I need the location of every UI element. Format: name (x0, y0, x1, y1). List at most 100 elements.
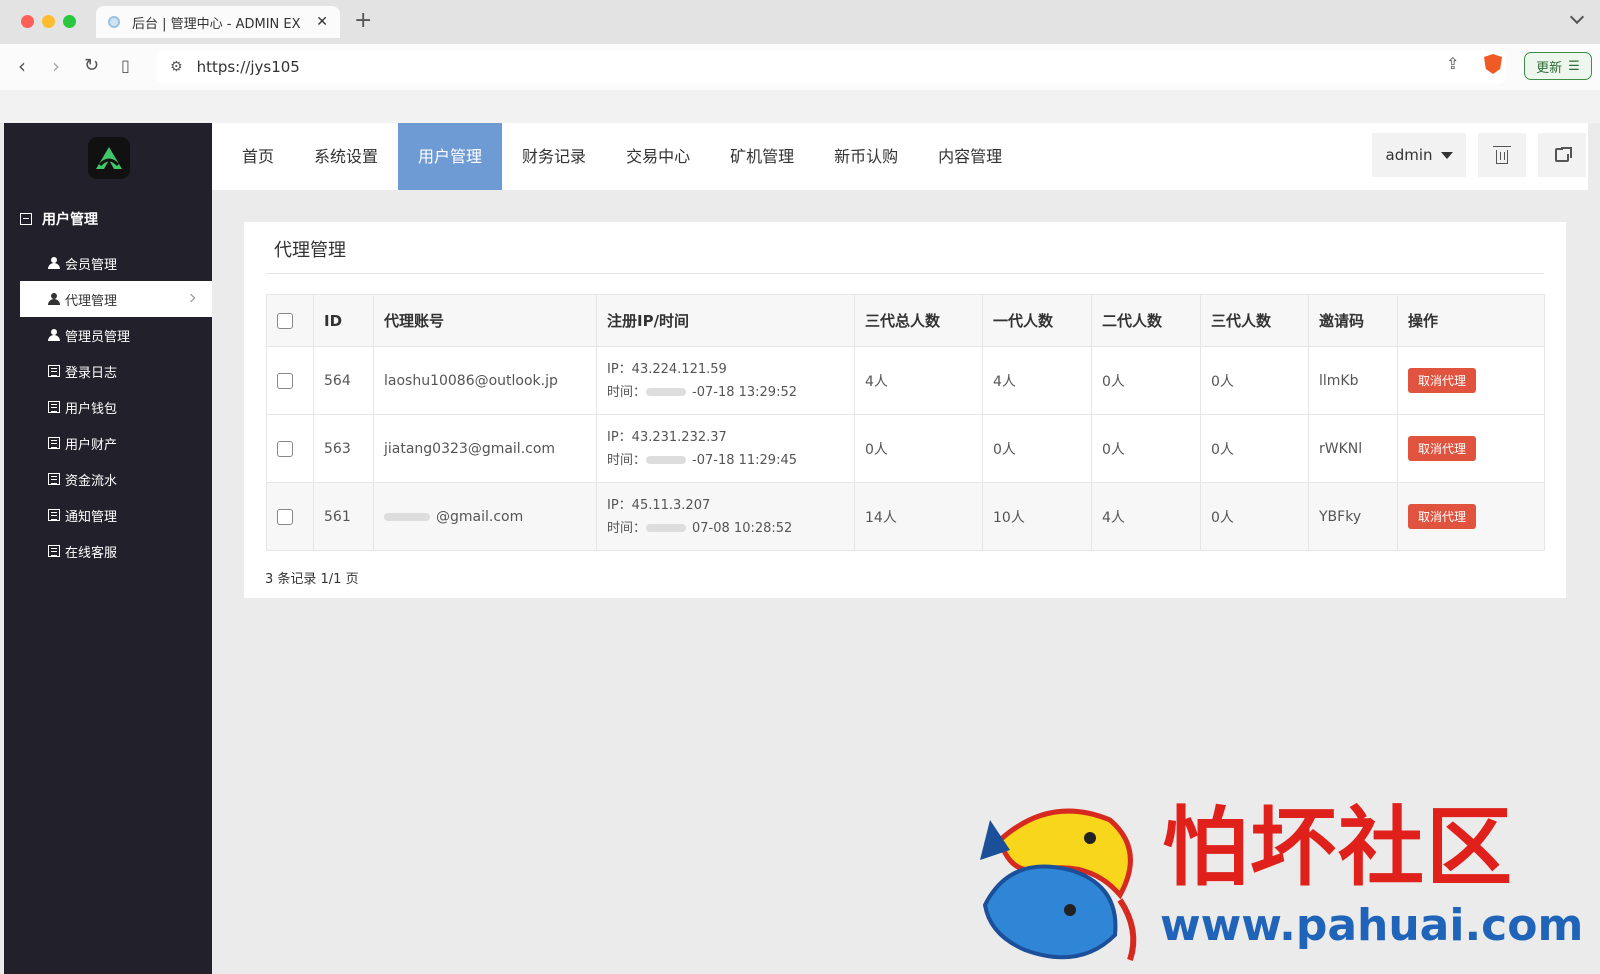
update-button[interactable]: 更新 ☰ (1524, 52, 1592, 80)
address-bar[interactable]: ⚙ https://jys105 (156, 50, 1506, 84)
sidebar-item-agent-management[interactable]: 代理管理 (20, 281, 212, 317)
column-header: 注册IP/时间 (596, 294, 855, 347)
cell-ip: IP：43.224.121.59 (607, 361, 727, 377)
share-icon[interactable]: ⇪ (1446, 54, 1459, 73)
sidebar-item-online-support[interactable]: 在线客服 (20, 533, 212, 569)
list-icon (48, 365, 60, 377)
cell-gen1: 4人 (982, 346, 1092, 415)
cell-total: 14人 (854, 482, 983, 551)
cell-account: laoshu10086@outlook.jp (373, 346, 597, 415)
forward-arrow-icon[interactable]: › (52, 54, 60, 78)
sidebar-section-title: 用户管理 (42, 212, 98, 228)
caret-down-icon (1440, 151, 1453, 159)
tab-title: 后台 | 管理中心 - ADMIN EX (132, 16, 301, 32)
cell-gen1: 10人 (982, 482, 1092, 551)
tab-user-management[interactable]: 用户管理 (398, 123, 503, 190)
sidebar-item-label: 用户财产 (65, 437, 118, 453)
tab-list-chevron-icon[interactable] (1569, 9, 1585, 25)
column-header: 代理账号 (373, 294, 597, 347)
cancel-agent-button[interactable]: 取消代理 (1408, 504, 1477, 529)
cell-ip-time: IP：45.11.3.207 时间： 07-08 10:28:52 (596, 482, 855, 551)
row-checkbox[interactable] (277, 508, 293, 525)
sidebar-item-label: 代理管理 (65, 293, 118, 309)
tab-content-management[interactable]: 内容管理 (918, 123, 1022, 190)
row-select-cell (266, 482, 314, 551)
pagination-summary: 3 条记录 1/1 页 (265, 572, 359, 587)
watermark-title: 怕坏社区 (1162, 797, 1514, 898)
time-label: 时间： (607, 520, 647, 536)
tab-home[interactable]: 首页 (222, 123, 294, 190)
sidebar-item-user-assets[interactable]: 用户财产 (20, 425, 212, 461)
browser-tab[interactable]: 后台 | 管理中心 - ADMIN EX ✕ (96, 6, 340, 38)
time-value: -07-18 11:29:45 (692, 452, 797, 468)
trash-icon (1493, 145, 1511, 164)
user-icon (48, 257, 60, 269)
sidebar-item-member-management[interactable]: 会员管理 (20, 245, 212, 281)
menu-icon: ☰ (1568, 58, 1580, 74)
user-icon (48, 329, 60, 341)
sidebar-item-label: 在线客服 (65, 545, 118, 561)
time-value: -07-18 13:29:52 (692, 384, 797, 400)
tab-system-settings[interactable]: 系统设置 (294, 123, 398, 190)
sidebar: 用户管理 会员管理 代理管理 管理员管理 登录日志 用户钱包 用户财产 资金流水… (4, 123, 212, 974)
list-icon (48, 545, 60, 557)
table-header-row: ID 代理账号 注册IP/时间 三代总人数 一代人数 二代人数 三代人数 邀请码… (266, 294, 1545, 347)
sidebar-item-login-log[interactable]: 登录日志 (20, 353, 212, 389)
table-row: 561 @gmail.com IP：45.11.3.207 时间： 07-08 1… (266, 482, 1545, 551)
tab-close-icon[interactable]: ✕ (316, 14, 328, 30)
row-select-cell (266, 346, 314, 415)
cell-gen1: 0人 (982, 414, 1092, 483)
tab-finance-records[interactable]: 财务记录 (502, 123, 606, 190)
sidebar-item-label: 用户钱包 (65, 401, 118, 417)
sidebar-item-fund-flow[interactable]: 资金流水 (20, 461, 212, 497)
sidebar-section-user-management[interactable]: 用户管理 (20, 209, 98, 229)
select-all-cell (266, 294, 314, 347)
site-settings-icon[interactable]: ⚙ (170, 59, 183, 75)
column-header: 操作 (1397, 294, 1545, 347)
address-url[interactable]: https://jys105 (197, 58, 300, 76)
time-value: 07-08 10:28:52 (692, 520, 793, 536)
admin-user-dropdown[interactable]: admin (1372, 133, 1466, 177)
app-logo-icon[interactable] (88, 137, 130, 179)
reload-icon[interactable]: ↻ (84, 55, 99, 76)
column-header: 一代人数 (982, 294, 1092, 347)
title-divider (266, 273, 1544, 274)
window-close-button[interactable] (21, 15, 34, 28)
cell-invite-code: rWKNl (1308, 414, 1398, 483)
redacted-blur (384, 512, 430, 521)
sidebar-item-notifications[interactable]: 通知管理 (20, 497, 212, 533)
cell-gen2: 0人 (1091, 346, 1201, 415)
column-header: 邀请码 (1308, 294, 1398, 347)
cell-id: 563 (313, 414, 374, 483)
tab-favicon-icon (108, 16, 120, 28)
back-arrow-icon[interactable]: ‹ (18, 54, 26, 78)
cell-time: 时间： -07-18 13:29:52 (607, 381, 844, 404)
window-zoom-button[interactable] (63, 15, 76, 28)
cell-account: @gmail.com (373, 482, 597, 551)
cell-gen3: 0人 (1200, 482, 1309, 551)
collapse-minus-icon[interactable] (20, 213, 32, 225)
cancel-agent-button[interactable]: 取消代理 (1408, 368, 1477, 393)
row-checkbox[interactable] (277, 440, 293, 457)
sidebar-item-label: 通知管理 (65, 509, 118, 525)
watermark: 怕坏社区 www.pahuai.com (970, 797, 1590, 965)
tab-miner-management[interactable]: 矿机管理 (710, 123, 814, 190)
browser-tab-bar: 后台 | 管理中心 - ADMIN EX ✕ + (0, 0, 1600, 44)
logout-button[interactable] (1538, 133, 1586, 177)
new-tab-plus-icon[interactable]: + (354, 8, 372, 33)
tab-new-coin-subscription[interactable]: 新币认购 (814, 123, 918, 190)
list-icon (48, 437, 60, 449)
select-all-checkbox[interactable] (277, 313, 293, 329)
tab-trading-center[interactable]: 交易中心 (606, 123, 710, 190)
row-checkbox[interactable] (277, 372, 293, 389)
clear-cache-button[interactable] (1478, 133, 1526, 177)
window-minimize-button[interactable] (42, 15, 55, 28)
sidebar-item-user-wallet[interactable]: 用户钱包 (20, 389, 212, 425)
bookmark-icon[interactable]: ▯ (121, 56, 130, 75)
cancel-agent-button[interactable]: 取消代理 (1408, 436, 1477, 461)
sidebar-item-admin-management[interactable]: 管理员管理 (20, 317, 212, 353)
chevron-right-icon (186, 293, 196, 303)
cell-id: 564 (313, 346, 374, 415)
browser-toolbar: ‹ › ↻ ▯ ⚙ https://jys105 ⇪ 更新 ☰ (0, 44, 1600, 90)
account-domain: @gmail.com (436, 508, 524, 525)
